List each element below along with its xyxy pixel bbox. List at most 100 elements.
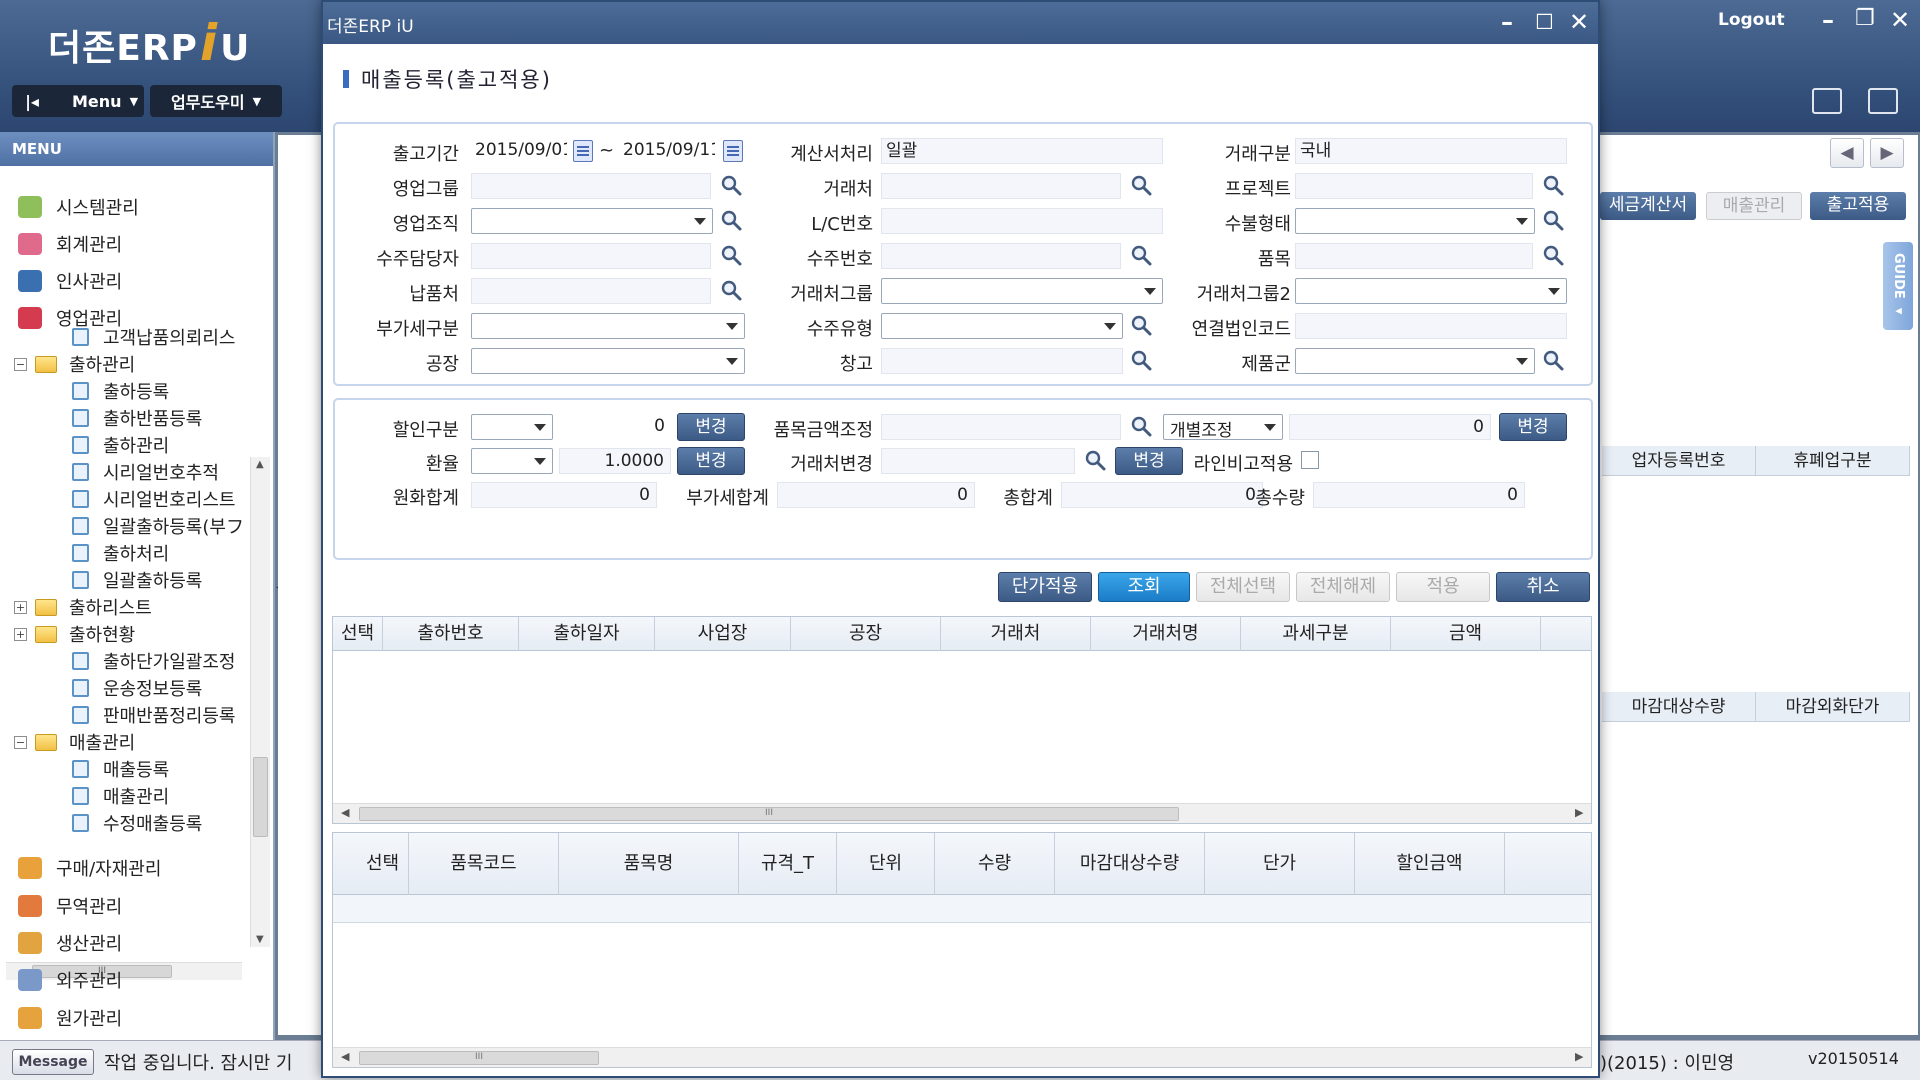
window-icon[interactable] — [1812, 88, 1842, 114]
column-header[interactable]: 거래처 — [941, 617, 1091, 651]
tree-item[interactable]: 출하단가일괄조정 — [72, 648, 235, 674]
exchange-rate-select[interactable] — [471, 448, 553, 474]
calendar-icon[interactable] — [723, 140, 743, 162]
prev-tab-icon[interactable]: ◀ — [1830, 138, 1864, 168]
item-grid-hscrollbar[interactable]: ◀ III ▶ — [333, 1047, 1591, 1067]
order-type-select[interactable] — [881, 313, 1123, 339]
module-0[interactable]: 시스템관리 — [18, 192, 139, 222]
module-bottom-2[interactable]: 생산관리 — [18, 928, 122, 958]
tax-invoice-button[interactable]: 세금계산서 — [1600, 192, 1696, 220]
message-button[interactable]: Message — [12, 1049, 94, 1075]
tree-item[interactable]: 수정매출등록 — [72, 810, 202, 836]
shipment-apply-button[interactable]: 출고적용 — [1810, 192, 1906, 220]
payment-type-select[interactable] — [1295, 208, 1535, 234]
column-header[interactable]: 출하일자 — [519, 617, 655, 651]
column-header[interactable]: 출하번호 — [383, 617, 519, 651]
linked-corp-input[interactable] — [1295, 313, 1567, 339]
order-manager-input[interactable] — [471, 243, 711, 269]
search-icon[interactable] — [719, 173, 745, 199]
guide-tab[interactable]: GUIDE ◂ — [1883, 242, 1913, 330]
tree-item[interactable]: 일괄출하등록(부フ — [72, 513, 244, 539]
tree-item[interactable]: 일괄출하등록 — [72, 567, 202, 593]
collapse-icon[interactable]: |◂ — [22, 92, 42, 111]
item-amount-input[interactable] — [881, 414, 1121, 440]
collapse-icon[interactable]: − — [14, 735, 27, 749]
module-1[interactable]: 회계관리 — [18, 229, 122, 259]
search-icon[interactable] — [1541, 173, 1567, 199]
minimize-icon[interactable]: – — [1822, 6, 1834, 34]
search-icon[interactable] — [719, 278, 745, 304]
column-header[interactable]: 마감외화단가 — [1756, 692, 1910, 721]
dialog-titlebar[interactable]: 더존ERP iU – ☐ ✕ — [323, 2, 1598, 44]
period-from-input[interactable]: 2015/09/01 — [471, 138, 567, 164]
column-header[interactable]: 품목코드 — [409, 833, 559, 895]
search-icon[interactable] — [1541, 243, 1567, 269]
invoice-field[interactable]: 일괄 — [881, 138, 1163, 164]
search-icon[interactable] — [1129, 313, 1155, 339]
scroll-right-icon[interactable]: ▶ — [1575, 1050, 1583, 1063]
search-icon[interactable] — [719, 243, 745, 269]
client-change-input[interactable] — [881, 448, 1075, 474]
sales-org-select[interactable] — [471, 208, 713, 234]
scrollbar-thumb[interactable]: III — [359, 1051, 599, 1065]
screen-icon[interactable] — [1868, 88, 1898, 114]
minimize-icon[interactable]: – — [1501, 8, 1513, 36]
column-header[interactable]: 금액 — [1391, 617, 1541, 651]
item-input[interactable] — [1295, 243, 1533, 269]
scroll-right-icon[interactable]: ▶ — [1575, 806, 1583, 819]
column-header[interactable]: 과세구분 — [1241, 617, 1391, 651]
scroll-up-icon[interactable]: ▲ — [256, 459, 264, 470]
adjust-mode-select[interactable]: 개별조정 — [1163, 414, 1283, 441]
column-header[interactable]: 공장 — [791, 617, 941, 651]
help-button[interactable]: 업무도우미 ▼ — [150, 85, 282, 117]
item-amount-value[interactable]: 0 — [1289, 414, 1491, 440]
search-icon[interactable] — [719, 208, 745, 234]
close-icon[interactable]: ✕ — [1890, 6, 1910, 34]
module-bottom-1[interactable]: 무역관리 — [18, 891, 122, 921]
discount-type-select[interactable] — [471, 414, 553, 440]
column-header[interactable]: 마감대상수량 — [1055, 833, 1205, 895]
tree-item[interactable]: 시리얼번호추적 — [72, 459, 219, 485]
column-header[interactable]: 업자등록번호 — [1602, 446, 1756, 475]
tree-item[interactable]: 매출관리 — [72, 783, 169, 809]
tree-folder[interactable]: − 매출관리 — [14, 729, 135, 755]
item-amount-change-button[interactable]: 변경 — [1499, 413, 1567, 441]
search-icon[interactable] — [1541, 348, 1567, 374]
module-bottom-0[interactable]: 구매/자재관리 — [18, 853, 161, 883]
sales-group-input[interactable] — [471, 173, 711, 199]
expand-icon[interactable]: + — [14, 627, 27, 641]
exchange-rate-value[interactable]: 1.0000 — [559, 448, 671, 474]
module-2[interactable]: 인사관리 — [18, 266, 122, 296]
period-to-input[interactable]: 2015/09/11 — [619, 138, 715, 164]
warehouse-input[interactable] — [881, 348, 1123, 374]
scroll-left-icon[interactable]: ◀ — [341, 1050, 349, 1063]
vat-type-select[interactable] — [471, 313, 745, 339]
discount-change-button[interactable]: 변경 — [677, 413, 745, 441]
search-button[interactable]: 조회 — [1098, 572, 1190, 602]
lc-input[interactable] — [881, 208, 1163, 234]
search-icon[interactable] — [1129, 414, 1155, 440]
column-header[interactable]: 수량 — [935, 833, 1055, 895]
column-header[interactable]: 선택 — [333, 617, 383, 651]
column-header[interactable]: 선택 — [357, 833, 409, 895]
order-no-input[interactable] — [881, 243, 1121, 269]
column-header[interactable]: 할인금액 — [1355, 833, 1505, 895]
search-icon[interactable] — [1083, 448, 1109, 474]
next-tab-icon[interactable]: ▶ — [1870, 138, 1904, 168]
tree-item[interactable]: 출하반품등록 — [72, 405, 202, 431]
tree-item[interactable]: 출하처리 — [72, 540, 169, 566]
apply-button[interactable]: 적용 — [1396, 572, 1490, 602]
column-header[interactable]: 단위 — [837, 833, 935, 895]
line-note-checkbox[interactable] — [1301, 451, 1319, 469]
menu-button[interactable]: |◂ Menu ▼ — [12, 85, 144, 117]
column-header[interactable]: 품목명 — [559, 833, 739, 895]
column-header[interactable]: 마감대상수량 — [1602, 692, 1756, 721]
factory-select[interactable] — [471, 348, 745, 374]
tree-folder[interactable]: − 출하관리 — [14, 351, 135, 377]
expand-icon[interactable]: + — [14, 600, 27, 614]
search-icon[interactable] — [1541, 208, 1567, 234]
scroll-down-icon[interactable]: ▼ — [256, 934, 264, 945]
product-group-select[interactable] — [1295, 348, 1535, 374]
column-header[interactable]: 거래처명 — [1091, 617, 1241, 651]
scroll-left-icon[interactable]: ◀ — [341, 806, 349, 819]
